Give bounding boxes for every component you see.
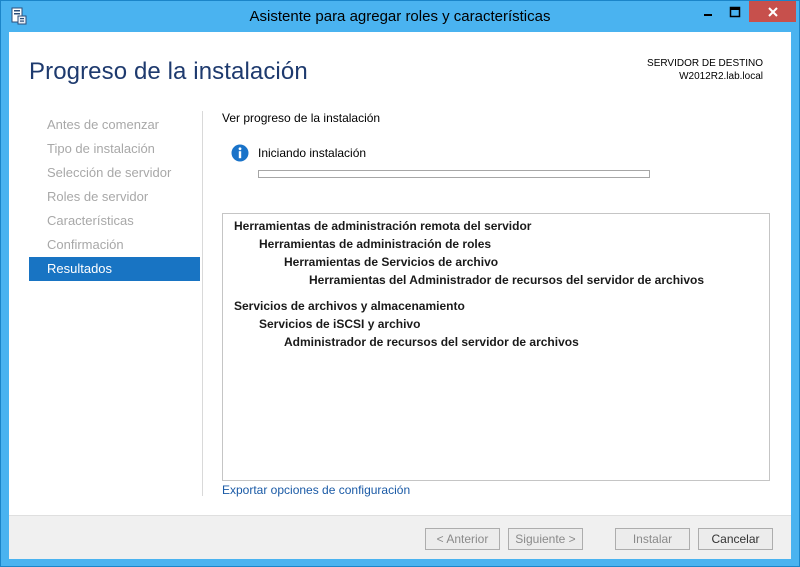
nav-item-caracteristicas[interactable]: Características (29, 209, 200, 233)
results-item: Herramientas de Servicios de archivo (284, 255, 499, 269)
nav-item-resultados[interactable]: Resultados (29, 257, 200, 281)
title-bar[interactable]: Asistente para agregar roles y caracterí… (1, 1, 799, 32)
destination-server-name: W2012R2.lab.local (679, 71, 763, 82)
wizard-window: Asistente para agregar roles y caracterí… (0, 0, 800, 567)
nav-item-tipo-de-instalacion[interactable]: Tipo de instalación (29, 137, 200, 161)
install-button[interactable]: Instalar (615, 528, 690, 550)
nav-item-confirmacion[interactable]: Confirmación (29, 233, 200, 257)
cancel-button[interactable]: Cancelar (698, 528, 773, 550)
previous-button[interactable]: < Anterior (425, 528, 500, 550)
close-button[interactable] (749, 1, 796, 22)
minimize-button[interactable] (695, 1, 721, 22)
results-item: Servicios de iSCSI y archivo (259, 317, 421, 331)
installation-status: Iniciando instalación (258, 146, 367, 160)
results-item: Herramientas de administración de roles (259, 237, 492, 251)
wizard-nav: Antes de comenzar Tipo de instalación Se… (29, 113, 200, 281)
nav-item-seleccion-de-servidor[interactable]: Selección de servidor (29, 161, 200, 185)
export-configuration-link[interactable]: Exportar opciones de configuración (222, 483, 410, 497)
wizard-client-area: Progreso de la instalación SERVIDOR DE D… (9, 32, 791, 559)
results-item: Servicios de archivos y almacenamiento (234, 299, 465, 313)
results-item: Herramientas del Administrador de recurs… (309, 273, 705, 287)
results-item: Herramientas de administración remota de… (234, 219, 532, 233)
info-icon (231, 144, 249, 162)
next-button[interactable]: Siguiente > (508, 528, 583, 550)
page-title: Progreso de la instalación (29, 58, 308, 85)
results-item: Administrador de recursos del servidor d… (284, 335, 579, 349)
results-list[interactable]: Herramientas de administración remota de… (222, 213, 770, 481)
nav-divider (202, 111, 203, 496)
nav-item-roles-de-servidor[interactable]: Roles de servidor (29, 185, 200, 209)
maximize-button[interactable] (722, 1, 748, 22)
destination-server-label: SERVIDOR DE DESTINO (647, 58, 763, 69)
installation-progress-bar (258, 170, 650, 178)
section-title: Ver progreso de la instalación (222, 111, 381, 125)
maximize-icon (729, 6, 741, 17)
minimize-icon (704, 13, 712, 16)
nav-item-antes-de-comenzar[interactable]: Antes de comenzar (29, 113, 200, 137)
window-title: Asistente para agregar roles y caracterí… (249, 8, 551, 25)
wizard-footer: < Anterior Siguiente > Instalar Cancelar (9, 515, 791, 559)
results-group-gap (223, 289, 769, 297)
close-icon (767, 6, 778, 17)
